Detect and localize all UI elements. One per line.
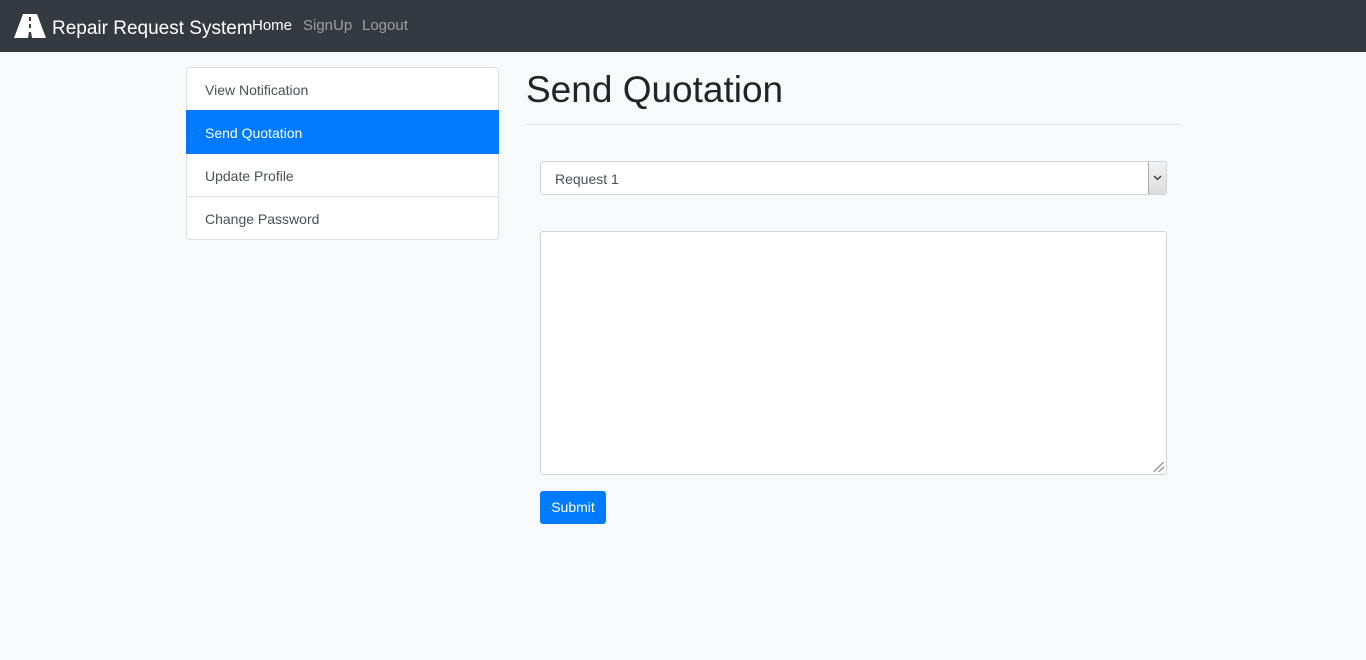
chevron-down-icon[interactable] — [1148, 162, 1166, 194]
brand-title: Repair Request System — [52, 18, 253, 39]
resize-grip-icon[interactable] — [1154, 462, 1164, 472]
nav-logout-link[interactable]: Logout — [362, 16, 408, 36]
title-divider — [526, 124, 1180, 125]
nav-signup-link[interactable]: SignUp — [303, 16, 352, 36]
brand-link[interactable]: Repair Request System — [14, 12, 253, 40]
nav-home-link[interactable]: Home — [252, 16, 292, 36]
sidebar-item-update-profile[interactable]: Update Profile — [186, 153, 499, 197]
sidebar-item-send-quotation[interactable]: Send Quotation — [186, 110, 499, 154]
quotation-textarea[interactable] — [540, 231, 1167, 475]
request-select-value: Request 1 — [555, 171, 619, 187]
page-title: Send Quotation — [526, 69, 784, 110]
sidebar-menu: View Notification Send Quotation Update … — [186, 67, 499, 240]
submit-button[interactable]: Submit — [540, 491, 606, 524]
sidebar-item-change-password[interactable]: Change Password — [186, 196, 499, 240]
road-icon — [14, 14, 46, 38]
sidebar-item-view-notification[interactable]: View Notification — [186, 67, 499, 111]
top-navbar: Repair Request System Home SignUp Logout — [0, 0, 1366, 52]
request-select[interactable]: Request 1 — [540, 161, 1167, 195]
